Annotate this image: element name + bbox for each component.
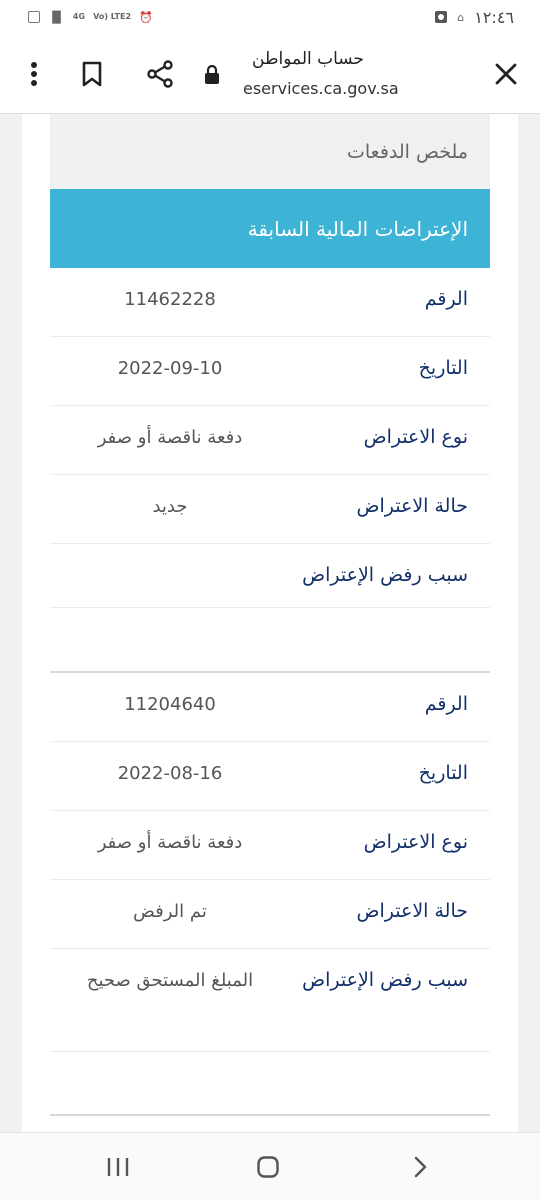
back-button[interactable] <box>400 1149 440 1185</box>
record-row-number: الرقم 11462228 <box>50 268 490 337</box>
status-label: حالة الاعتراض <box>356 495 468 517</box>
number-label: الرقم <box>424 288 468 310</box>
previous-objections-title: الإعتراضات المالية السابقة <box>247 216 468 241</box>
record-row-number: الرقم 11204640 <box>50 673 490 742</box>
mosque-icon: ⌂ <box>457 10 465 24</box>
status-bar-left: ▐▌ 4G Vo) LTE2 ⏰ <box>28 11 153 23</box>
bookmark-icon <box>82 61 102 87</box>
web-content: ملخص الدفعات الإعتراضات المالية السابقة … <box>22 114 518 1132</box>
reason-value: المبلغ المستحق صحيح <box>86 970 254 991</box>
number-value: 11462228 <box>124 289 216 310</box>
alarm-icon: ⏰ <box>139 10 153 24</box>
status-bar-right: ⌂ ١٢:٤٦ <box>435 8 514 27</box>
network-type-label: 4G <box>72 12 86 21</box>
status-bar: ▐▌ 4G Vo) LTE2 ⏰ ⌂ ١٢:٤٦ <box>0 0 540 34</box>
payments-summary-heading[interactable]: ملخص الدفعات <box>50 114 490 189</box>
volte-label: Vo) LTE2 <box>93 12 132 21</box>
record-row-date: التاريخ 2022-09-10 <box>50 337 490 406</box>
record-row-status: حالة الاعتراض تم الرفض <box>50 880 490 949</box>
objection-record: الرقم 11462228 التاريخ 2022-09-10 نوع ال… <box>50 268 490 608</box>
app-notification-icon <box>435 11 448 23</box>
home-button[interactable] <box>248 1149 288 1185</box>
bookmark-button[interactable] <box>72 52 112 96</box>
more-options-button[interactable] <box>14 52 54 96</box>
type-label: نوع الاعتراض <box>363 831 468 853</box>
record-row-reason: سبب رفض الإعتراض <box>50 544 490 608</box>
recent-apps-button[interactable] <box>98 1149 138 1185</box>
record-row-type: نوع الاعتراض دفعة ناقصة أو صفر <box>50 406 490 475</box>
date-value: 2022-08-16 <box>117 763 223 784</box>
share-icon <box>147 60 173 88</box>
number-value: 11204640 <box>124 694 216 715</box>
type-value: دفعة ناقصة أو صفر <box>97 832 243 853</box>
objection-record: الرقم 11204640 التاريخ 2022-08-16 نوع ال… <box>50 673 490 1052</box>
payments-summary-label: ملخص الدفعات <box>346 140 468 163</box>
type-label: نوع الاعتراض <box>363 426 468 448</box>
date-label: التاريخ <box>418 357 468 379</box>
reason-label: سبب رفض الإعتراض <box>302 564 468 586</box>
status-value: تم الرفض <box>133 901 207 922</box>
close-icon <box>495 63 517 85</box>
reason-label: سبب رفض الإعتراض <box>302 969 468 991</box>
record-row-status: حالة الاعتراض جديد <box>50 475 490 544</box>
signal-icon: ▐▌ <box>48 10 65 24</box>
number-label: الرقم <box>424 693 468 715</box>
date-label: التاريخ <box>418 762 468 784</box>
more-vert-icon <box>31 62 37 86</box>
browser-toolbar: حساب المواطن eservices.ca.gov.sa <box>0 34 540 114</box>
recent-apps-icon <box>107 1158 129 1176</box>
system-navigation-bar <box>0 1132 540 1200</box>
record-row-type: نوع الاعتراض دفعة ناقصة أو صفر <box>50 811 490 880</box>
lock-icon <box>202 64 222 86</box>
clock: ١٢:٤٦ <box>474 7 514 27</box>
page-title: حساب المواطن <box>252 49 364 69</box>
status-value: جديد <box>152 496 188 517</box>
url-domain[interactable]: eservices.ca.gov.sa <box>243 79 399 98</box>
close-tab-button[interactable] <box>486 52 526 96</box>
home-icon <box>257 1156 279 1178</box>
type-value: دفعة ناقصة أو صفر <box>97 427 243 448</box>
record-row-date: التاريخ 2022-08-16 <box>50 742 490 811</box>
date-value: 2022-09-10 <box>117 358 223 379</box>
record-row-reason: سبب رفض الإعتراض المبلغ المستحق صحيح <box>50 949 490 1052</box>
status-label: حالة الاعتراض <box>356 900 468 922</box>
previous-objections-header: الإعتراضات المالية السابقة <box>50 189 490 268</box>
chevron-right-icon <box>414 1156 427 1178</box>
record-divider <box>50 1114 490 1116</box>
gallery-notification-icon <box>28 11 40 23</box>
share-button[interactable] <box>140 52 180 96</box>
